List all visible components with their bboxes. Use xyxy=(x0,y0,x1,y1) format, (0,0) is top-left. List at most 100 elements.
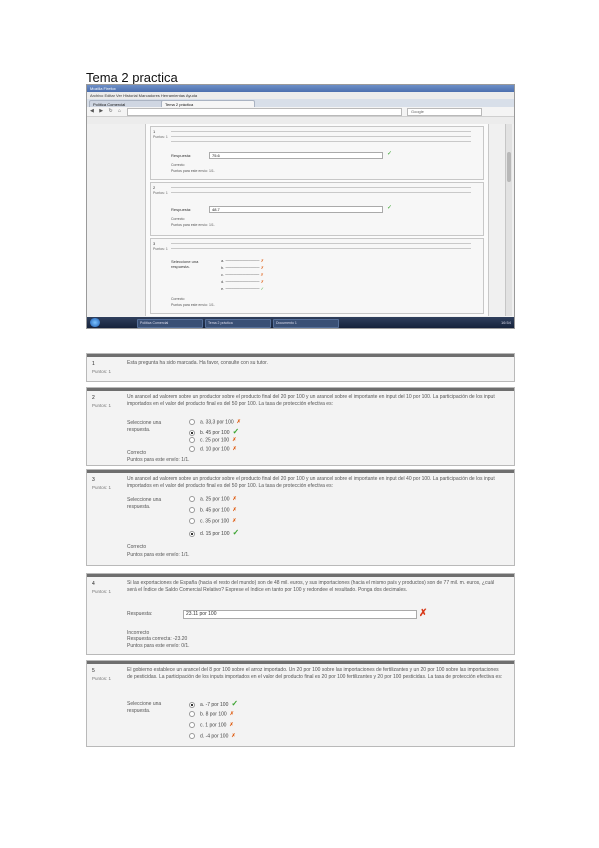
wrong-x-icon: ✗ xyxy=(232,496,237,503)
block-top-bar xyxy=(87,388,514,391)
mini-question: 1 Puntos: 1 Respuesta: 75.6 ✓ Correcto P… xyxy=(150,126,484,180)
question-text: Esta pregunta ha sido marcada. Ha favor,… xyxy=(127,360,268,366)
mini-option[interactable]: e. ──────────── ✓ xyxy=(221,286,264,291)
option-letter: d. xyxy=(200,531,205,537)
search-box[interactable]: Google xyxy=(407,108,482,116)
navigation-bar: ◀ ▶ ↻ ⌂ Google xyxy=(87,107,514,117)
question-points: Puntos: 1 xyxy=(92,369,112,374)
correct-check-icon: ✓ xyxy=(232,528,240,537)
radio-button[interactable] xyxy=(189,437,195,443)
option-text: -4 por 100 xyxy=(205,733,229,740)
radio-button[interactable] xyxy=(189,518,195,524)
correct-check-icon: ✓ xyxy=(387,205,393,211)
question-points: Puntos: 1 xyxy=(92,485,112,490)
answer-option[interactable]: d. 10 por 100 ✗ xyxy=(189,446,237,453)
question-block: 3 Puntos: 1 Un arancel ad valorem sobre … xyxy=(86,469,515,566)
mini-question: 2 Puntos: 1 Respuesta: 48.7 ✓ Correcto P… xyxy=(150,182,484,236)
option-letter: a. xyxy=(200,419,205,426)
radio-button[interactable] xyxy=(189,711,195,717)
option-letter: c. xyxy=(200,518,204,525)
radio-button[interactable] xyxy=(189,496,195,502)
answer-option[interactable]: a. 33,3 por 100 ✗ xyxy=(189,419,241,426)
answer-option[interactable]: c. 1 por 100 ✗ xyxy=(189,722,234,729)
option-letter: c. xyxy=(200,437,204,444)
vertical-scrollbar[interactable] xyxy=(505,124,512,316)
mini-option[interactable]: b. ──────────── ✗ xyxy=(221,265,264,270)
answer-field[interactable]: 48.7 xyxy=(209,206,383,213)
browser-screenshot: Mozilla Firefox Archivo Editar Ver Histo… xyxy=(86,84,515,329)
answer-label: Respuesta: xyxy=(127,611,153,617)
mini-option[interactable]: d. ──────────── ✗ xyxy=(221,279,264,284)
select-label: Seleccione una respuesta. xyxy=(127,701,162,714)
windows-taskbar: Política Comercial Tema 2 práctica Docum… xyxy=(87,317,514,328)
wrong-x-icon: ✗ xyxy=(229,722,234,729)
radio-button[interactable] xyxy=(189,419,195,425)
tab-bar: Política Comercial Tema 2 práctica xyxy=(87,99,514,108)
correct-check-icon: ✓ xyxy=(232,427,240,436)
scrollbar-thumb[interactable] xyxy=(507,152,511,182)
question-points: Puntos: 1 xyxy=(92,676,112,681)
taskbar-item[interactable]: Documento 1 xyxy=(273,319,339,328)
correct-answer: Respuesta correcta: -23.20 xyxy=(127,636,188,642)
answer-option[interactable]: b. 8 por 100 ✗ xyxy=(189,711,234,718)
score: Puntos para este envío: 0/1. xyxy=(127,643,190,649)
address-bar[interactable] xyxy=(127,108,402,116)
question-text-lines xyxy=(171,185,471,195)
window-titlebar: Mozilla Firefox xyxy=(87,85,514,92)
wrong-x-icon: ✗ xyxy=(232,446,237,453)
correct-check-icon: ✓ xyxy=(231,699,239,708)
option-letter: a. xyxy=(200,702,205,708)
feedback: Correcto xyxy=(171,297,185,301)
option-letter: a. xyxy=(200,496,205,503)
answer-option[interactable]: a. -7 por 100 ✓ xyxy=(189,700,238,709)
wrong-x-icon: ✗ xyxy=(232,518,237,525)
answer-option[interactable]: a. 25 por 100 ✗ xyxy=(189,496,237,503)
score: Puntos para este envío: 1/1. xyxy=(171,169,215,173)
answer-option[interactable]: b. 45 por 100 ✓ xyxy=(189,428,239,437)
start-button[interactable] xyxy=(90,318,100,327)
back-forward-icons[interactable]: ◀ ▶ ↻ ⌂ xyxy=(90,109,123,114)
question-text: Un arancel ad valorem sobre un productor… xyxy=(127,476,495,489)
answer-option[interactable]: b. 45 por 100 ✗ xyxy=(189,507,237,514)
answer-option[interactable]: c. 35 por 100 ✗ xyxy=(189,518,236,525)
radio-button-selected[interactable] xyxy=(189,530,195,537)
feedback: Correcto xyxy=(171,217,185,221)
question-text-lines xyxy=(171,241,471,251)
taskbar-item[interactable]: Tema 2 práctica xyxy=(205,319,271,328)
answer-field[interactable]: 23.11 por 100 xyxy=(183,610,417,619)
option-text: 35 por 100 xyxy=(205,518,230,525)
wrong-x-icon: ✗ xyxy=(260,272,264,277)
answer-field[interactable]: 75.6 xyxy=(209,152,383,159)
question-number: 1 xyxy=(153,129,156,134)
question-number: 5 xyxy=(92,668,95,674)
question-block: 4 Puntos: 1 Si las exportaciones de Espa… xyxy=(86,573,515,655)
taskbar-item[interactable]: Política Comercial xyxy=(137,319,203,328)
option-letter: b. xyxy=(200,711,205,718)
answer-option[interactable]: d. 15 por 100 ✓ xyxy=(189,529,239,538)
feedback: Correcto xyxy=(171,163,185,167)
question-block: 2 Puntos: 1 Un arancel ad valorem sobre … xyxy=(86,387,515,466)
question-block: 1 Puntos: 1 Esta pregunta ha sido marcad… xyxy=(86,353,515,382)
radio-button[interactable] xyxy=(189,722,195,728)
wrong-x-icon: ✗ xyxy=(231,733,236,740)
radio-button[interactable] xyxy=(189,446,195,452)
question-block: 5 Puntos: 1 El gobierno establece un ara… xyxy=(86,660,515,747)
option-letter: c. xyxy=(221,272,225,277)
question-points: Puntos: 1 xyxy=(153,247,168,251)
block-top-bar xyxy=(87,470,514,473)
wrong-x-icon: ✗ xyxy=(260,265,264,270)
radio-button[interactable] xyxy=(189,733,195,739)
option-letter: b. xyxy=(221,265,225,270)
question-points: Puntos: 1 xyxy=(92,403,112,408)
radio-button-selected[interactable] xyxy=(189,701,195,708)
answer-option[interactable]: c. 25 por 100 ✗ xyxy=(189,437,236,444)
mini-option[interactable]: a. ──────────── ✗ xyxy=(221,258,264,263)
correct-check-icon: ✓ xyxy=(387,151,393,157)
select-label: Seleccione una respuesta. xyxy=(171,259,199,269)
select-label: Seleccione una respuesta. xyxy=(127,497,162,510)
radio-button-selected[interactable] xyxy=(189,429,195,436)
radio-button[interactable] xyxy=(189,507,195,513)
answer-option[interactable]: d. -4 por 100 ✗ xyxy=(189,733,236,740)
question-points: Puntos: 1 xyxy=(92,589,112,594)
mini-option[interactable]: c. ──────────── ✗ xyxy=(221,272,264,277)
